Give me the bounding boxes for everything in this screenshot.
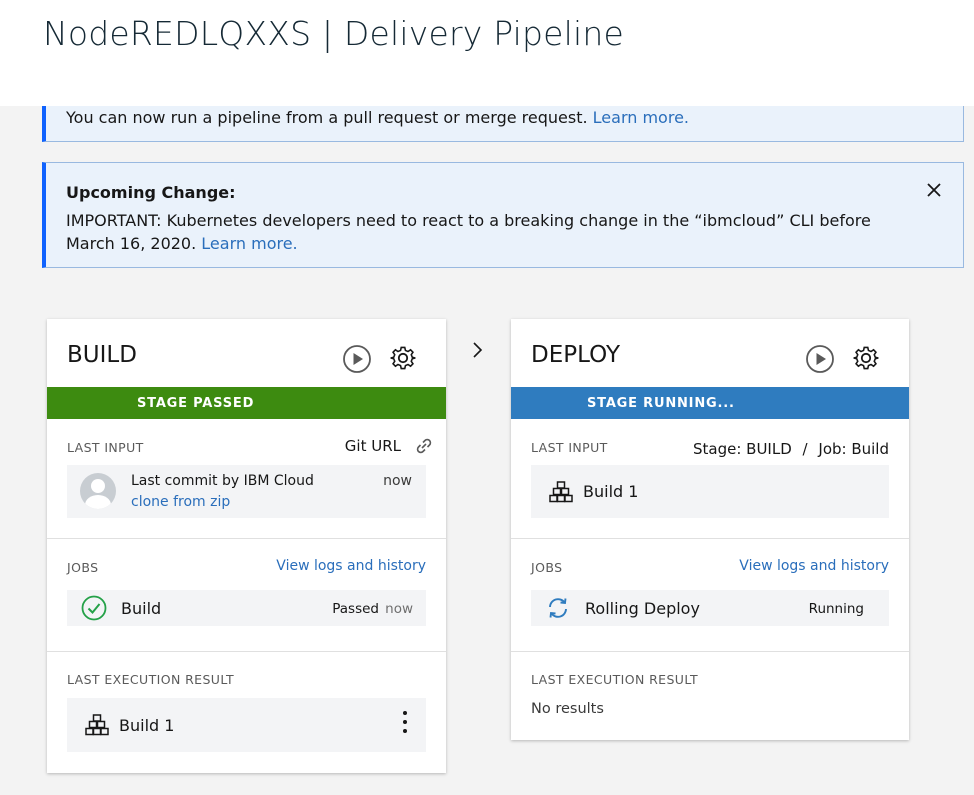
jobs-label: JOBS <box>67 560 99 575</box>
input-separator: / <box>802 440 808 458</box>
job-status: Running <box>808 601 864 617</box>
play-circle-icon[interactable] <box>342 344 372 374</box>
clone-from-zip-link[interactable]: clone from zip <box>131 494 230 510</box>
link-icon[interactable] <box>414 438 434 454</box>
input-source: Git URL <box>344 437 401 455</box>
stage-title: BUILD <box>67 342 137 368</box>
refresh-icon <box>549 598 567 618</box>
upcoming-change-notice: Upcoming Change: IMPORTANT: Kubernetes d… <box>42 162 964 268</box>
input-build: Build 1 <box>583 482 639 501</box>
input-job: Job: Build <box>818 440 889 458</box>
notice-text: You can now run a pipeline from a pull r… <box>66 108 689 127</box>
exec-result: No results <box>531 701 604 717</box>
page-header: NodeREDLQXXS | Delivery Pipeline <box>0 0 974 106</box>
last-exec-label: LAST EXECUTION RESULT <box>67 672 235 687</box>
stage-title: DEPLOY <box>531 342 621 368</box>
overflow-menu-icon[interactable] <box>402 710 408 734</box>
divider <box>511 651 909 652</box>
stage-status-bar: STAGE RUNNING... <box>511 387 909 419</box>
build-blocks-icon <box>549 481 573 503</box>
input-build-tile[interactable]: Build 1 <box>531 465 889 518</box>
notice-message: You can now run a pipeline from a pull r… <box>66 108 588 127</box>
stage-status: STAGE PASSED <box>137 396 255 411</box>
job-status: Passed <box>332 601 379 617</box>
job-name: Build <box>121 599 162 618</box>
stage-card-deploy: DEPLOY STAGE RUNNING... LAST INPUT Stage… <box>511 319 909 740</box>
last-input-label: LAST INPUT <box>531 440 608 455</box>
commit-time: now <box>383 473 412 489</box>
last-commit-tile: Last commit by IBM Cloud now clone from … <box>67 465 426 518</box>
learn-more-link[interactable]: Learn more. <box>593 108 689 127</box>
input-stage-job: Stage: BUILD / Job: Build <box>693 440 889 458</box>
jobs-label: JOBS <box>531 560 563 575</box>
commit-text: Last commit by IBM Cloud <box>131 473 314 489</box>
close-icon[interactable] <box>925 181 943 199</box>
play-circle-icon[interactable] <box>805 344 835 374</box>
notice-message: IMPORTANT: Kubernetes developers need to… <box>66 211 871 253</box>
page-title: NodeREDLQXXS | Delivery Pipeline <box>43 14 624 53</box>
notice-body: IMPORTANT: Kubernetes developers need to… <box>66 209 896 255</box>
divider <box>511 538 909 539</box>
notice-title: Upcoming Change: <box>66 183 236 202</box>
last-exec-label: LAST EXECUTION RESULT <box>531 672 699 687</box>
job-tile-rolling-deploy[interactable]: Rolling Deploy Running <box>531 590 889 626</box>
build-blocks-icon <box>85 714 109 736</box>
job-tile-build[interactable]: Build Passed now <box>67 590 426 626</box>
stage-card-build: BUILD STAGE PASSED LAST INPUT Git URL La… <box>47 319 446 773</box>
gear-icon[interactable] <box>851 343 881 373</box>
exec-result: Build 1 <box>119 716 175 735</box>
job-time: now <box>385 601 413 617</box>
stage-status: STAGE RUNNING... <box>587 396 735 411</box>
view-logs-link[interactable]: View logs and history <box>276 558 426 574</box>
divider <box>47 651 446 652</box>
input-stage: Stage: BUILD <box>692 440 792 458</box>
gear-icon[interactable] <box>388 343 418 373</box>
check-circle-icon <box>81 595 107 621</box>
chevron-right-icon <box>473 342 483 358</box>
divider <box>47 538 446 539</box>
view-logs-link[interactable]: View logs and history <box>739 558 889 574</box>
last-input-label: LAST INPUT <box>67 440 144 455</box>
stage-status-bar: STAGE PASSED <box>47 387 446 419</box>
avatar <box>80 473 116 509</box>
exec-result-tile[interactable]: Build 1 <box>67 698 426 752</box>
job-name: Rolling Deploy <box>585 599 700 618</box>
learn-more-link[interactable]: Learn more. <box>201 234 297 253</box>
